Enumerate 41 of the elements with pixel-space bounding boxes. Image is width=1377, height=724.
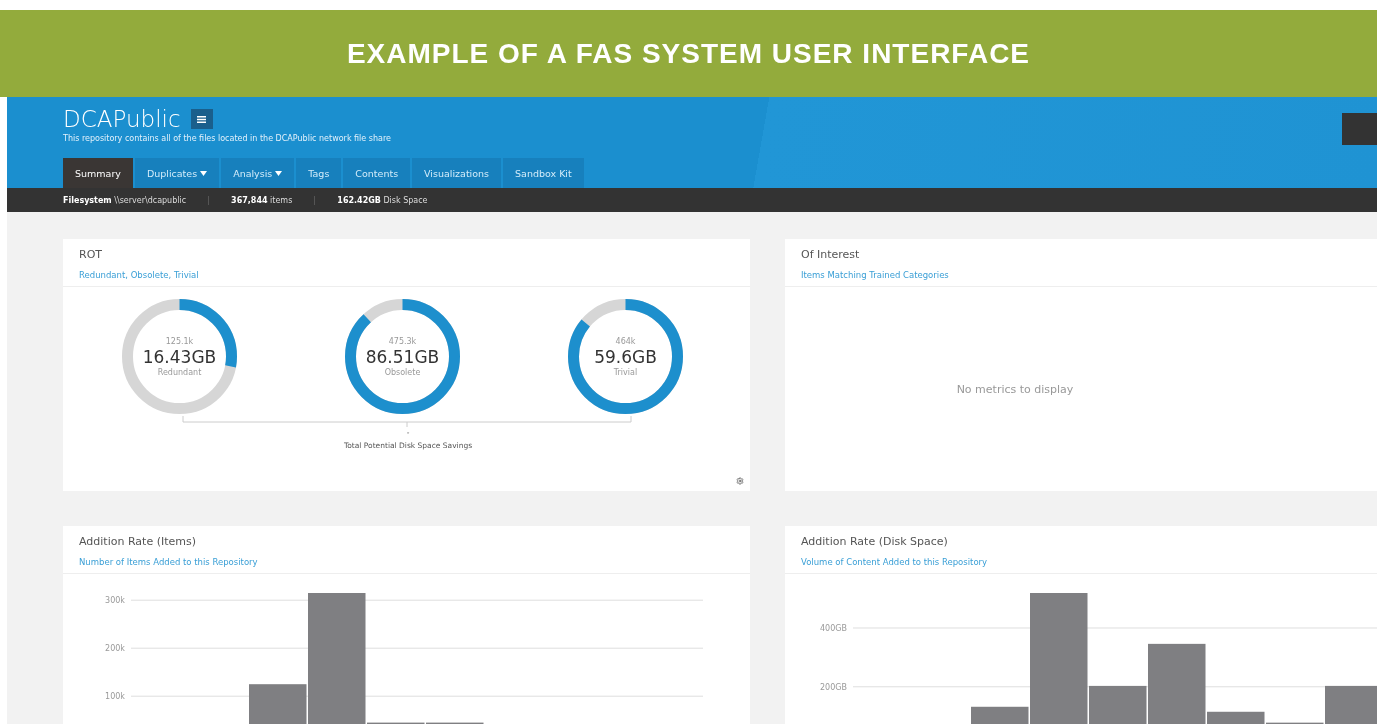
empty-message: No metrics to display [956, 382, 1074, 396]
card-subtitle: Volume of Content Added to this Repository [801, 557, 989, 567]
nav-tab[interactable]: Tags [296, 158, 342, 188]
card-title: ROT [79, 248, 104, 261]
status-item: 162.42GB Disk Space [314, 195, 450, 205]
card-subtitle: Redundant, Obsolete, Trivial [79, 270, 200, 280]
axis-label: 300k [105, 596, 125, 606]
nav-tab[interactable]: Analysis [221, 158, 295, 188]
category-label: Obsolete [384, 367, 421, 377]
card-subtitle: Number of Items Added to this Repository [79, 557, 259, 567]
settings-icon[interactable] [736, 477, 744, 485]
item-count: 125.1k [165, 336, 194, 346]
size-value: 16.43GB [142, 346, 217, 367]
axis-label: 400GB [820, 624, 847, 633]
banner-title: EXAMPLE OF A FAS SYSTEM USER INTERFACE [346, 37, 1031, 70]
app-title: DCAPublic [63, 106, 181, 132]
menu-icon [197, 115, 207, 123]
repository-description: This repository contains all of the files located in the DCAPublic network file share [63, 134, 392, 143]
card-title: Of Interest [801, 248, 861, 261]
size-value: 59.6GB [594, 346, 657, 367]
axis-label: 200GB [820, 682, 847, 692]
nav-tab[interactable]: Duplicates [134, 158, 220, 188]
category-label: Trivial [613, 367, 638, 377]
caret-icon [200, 170, 208, 176]
axis-label: 200k [105, 644, 125, 654]
status-item: Filesystem \\server\dcapublic [63, 195, 188, 205]
category-label: Redundant [157, 367, 202, 377]
size-value: 86.51GB [365, 346, 440, 367]
axis-label: 100k [105, 692, 125, 702]
card-title: Addition Rate (Items) [79, 535, 197, 548]
card-title: Addition Rate (Disk Space) [801, 535, 949, 548]
card-subtitle: Items Matching Trained Categories [801, 270, 950, 280]
caret-icon [275, 170, 283, 176]
menu-button[interactable] [190, 109, 213, 129]
status-item: 367,844 items [208, 195, 315, 205]
nav-tab[interactable]: Contents [343, 158, 411, 188]
item-count: 464k [615, 336, 636, 346]
nav-tab[interactable]: Summary [63, 158, 133, 188]
nav-tab[interactable]: Visualizations [412, 158, 502, 188]
item-count: 475.3k [388, 336, 417, 346]
nav-tab[interactable]: Sandbox Kit [503, 158, 584, 188]
